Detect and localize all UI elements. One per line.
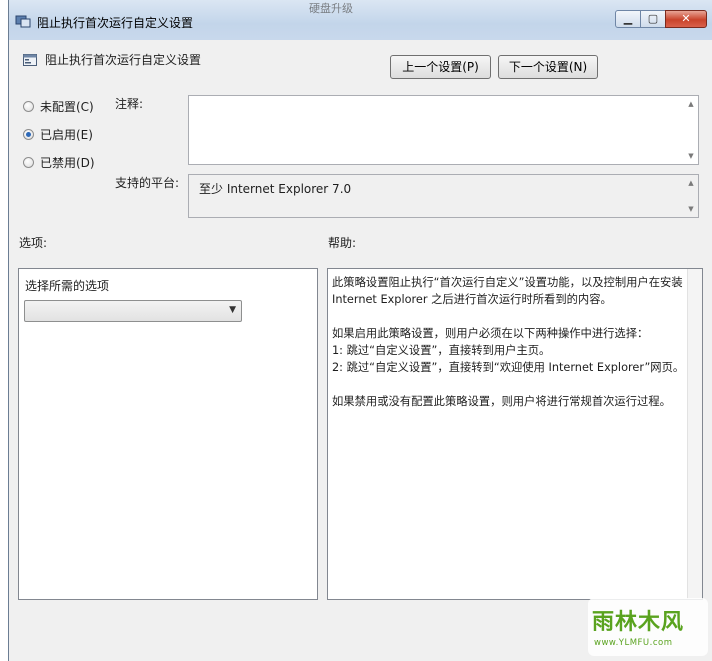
policy-dialog: 阻止执行首次运行自定义设置 硬盘升级 ▁ ▢ ✕ 阻止执行首次运行自定义设置 上… (8, 0, 712, 661)
options-dropdown[interactable]: ▼ (24, 300, 242, 322)
help-label: 帮助: (328, 236, 357, 250)
setting-title: 阻止执行首次运行自定义设置 (45, 53, 202, 67)
title-bar[interactable]: 阻止执行首次运行自定义设置 硬盘升级 ▁ ▢ ✕ (9, 0, 712, 40)
platform-field: 至少 Internet Explorer 7.0 ▲ ▼ (188, 174, 699, 218)
scroll-down-icon[interactable]: ▼ (684, 203, 698, 215)
help-panel: 此策略设置阻止执行“首次运行自定义”设置功能，以及控制用户在安装 Interne… (327, 268, 703, 600)
background-window-title: 硬盘升级 (309, 2, 353, 15)
window-title: 阻止执行首次运行自定义设置 (37, 16, 194, 30)
options-label: 选项: (19, 236, 48, 250)
options-prompt: 选择所需的选项 (25, 279, 110, 293)
previous-setting-button[interactable]: 上一个设置(P) (390, 55, 491, 79)
radio-circle[interactable] (23, 156, 34, 168)
radio-circle-selected[interactable] (23, 128, 34, 140)
radio-label: 未配置(C) (40, 99, 94, 114)
platform-scrollbar[interactable]: ▲ ▼ (684, 175, 698, 217)
radio-disabled[interactable]: 已禁用(D) (23, 153, 95, 171)
watermark-url: www.YLMFU.com (594, 638, 673, 648)
scroll-up-icon[interactable]: ▲ (684, 177, 698, 189)
options-panel: 选择所需的选项 ▼ (18, 268, 318, 600)
maximize-button[interactable]: ▢ (640, 10, 666, 28)
close-button[interactable]: ✕ (665, 10, 707, 28)
radio-enabled[interactable]: 已启用(E) (23, 125, 93, 143)
next-setting-button[interactable]: 下一个设置(N) (498, 55, 598, 79)
comment-scrollbar[interactable]: ▲ ▼ (684, 96, 698, 164)
minimize-button[interactable]: ▁ (615, 10, 641, 28)
help-scrollbar[interactable] (687, 269, 702, 599)
radio-label: 已启用(E) (40, 127, 93, 142)
chevron-down-icon[interactable]: ▼ (229, 305, 236, 315)
comment-textarea[interactable]: ▲ ▼ (188, 95, 699, 165)
watermark-logo: 雨林木风 www.YLMFU.com (588, 598, 708, 656)
help-text: 此策略设置阻止执行“首次运行自定义”设置功能，以及控制用户在安装 Interne… (332, 276, 685, 408)
radio-circle[interactable] (23, 100, 34, 112)
scroll-down-icon[interactable]: ▼ (684, 150, 698, 162)
scroll-up-icon[interactable]: ▲ (684, 98, 698, 110)
platform-value: 至少 Internet Explorer 7.0 (199, 182, 352, 196)
radio-not-configured[interactable]: 未配置(C) (23, 97, 94, 115)
setting-icon (23, 54, 37, 66)
radio-label: 已禁用(D) (40, 155, 95, 170)
policy-icon (15, 15, 31, 28)
comment-label: 注释: (115, 97, 144, 111)
platform-label: 支持的平台: (115, 176, 180, 190)
watermark-text: 雨林木风 (592, 610, 685, 635)
